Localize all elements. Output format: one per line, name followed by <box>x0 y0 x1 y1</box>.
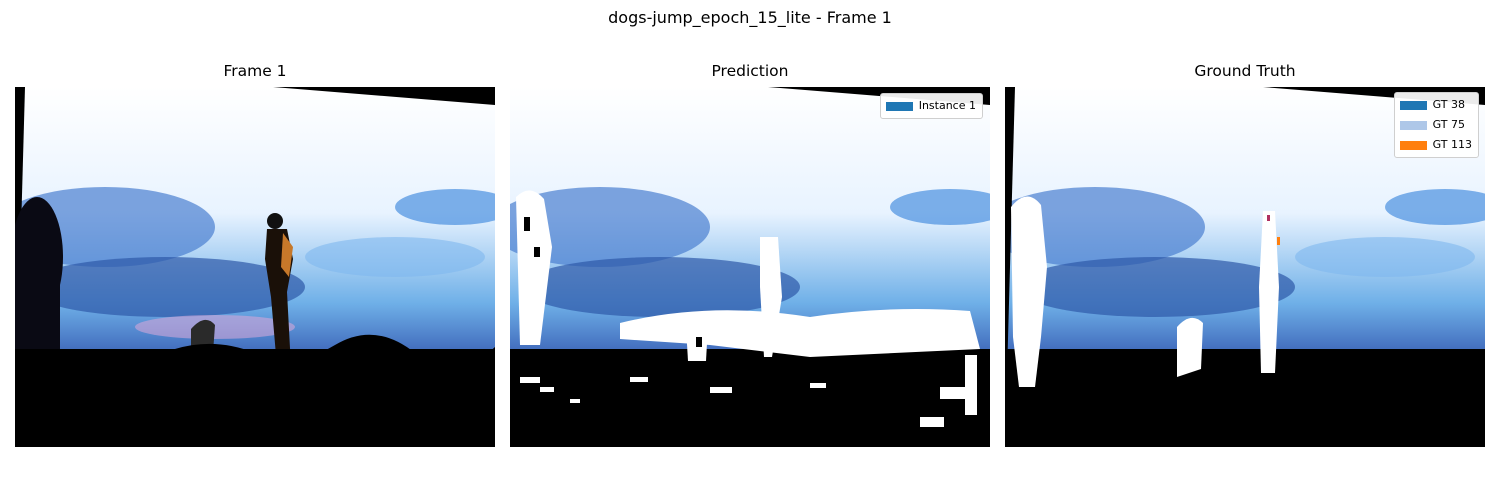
legend-label: GT 75 <box>1432 118 1466 131</box>
panel-title-ground-truth: Ground Truth <box>1194 62 1296 80</box>
legend-item-instance-1: Instance 1 <box>885 96 976 116</box>
legend-swatch <box>1399 120 1427 130</box>
person-head <box>267 213 283 229</box>
legend-item-gt-113: GT 113 <box>1399 135 1472 155</box>
legend-swatch <box>1399 140 1427 150</box>
ground-truth-legend: GT 38 GT 75 GT 113 <box>1393 92 1479 158</box>
frame-image <box>15 87 495 447</box>
frame-image-panel <box>15 87 495 447</box>
legend-item-gt-75: GT 75 <box>1399 115 1472 135</box>
prediction-legend: Instance 1 <box>879 93 983 119</box>
figure-title: dogs-jump_epoch_15_lite - Frame 1 <box>608 8 892 27</box>
panel-title-frame: Frame 1 <box>223 62 287 80</box>
legend-swatch <box>885 101 913 111</box>
legend-swatch <box>1399 100 1427 110</box>
gt-mask-person-right <box>1259 211 1279 373</box>
gt-mask-dog <box>1177 317 1203 377</box>
legend-item-gt-38: GT 38 <box>1399 95 1472 115</box>
prediction-image-panel: Instance 1 <box>510 87 990 447</box>
legend-label: GT 38 <box>1432 98 1466 111</box>
ground-truth-image-panel: GT 38 GT 75 GT 113 <box>1005 87 1485 447</box>
prediction-image <box>510 87 990 447</box>
legend-label: Instance 1 <box>918 99 976 112</box>
legend-label: GT 113 <box>1432 138 1472 151</box>
panel-title-prediction: Prediction <box>711 62 789 80</box>
